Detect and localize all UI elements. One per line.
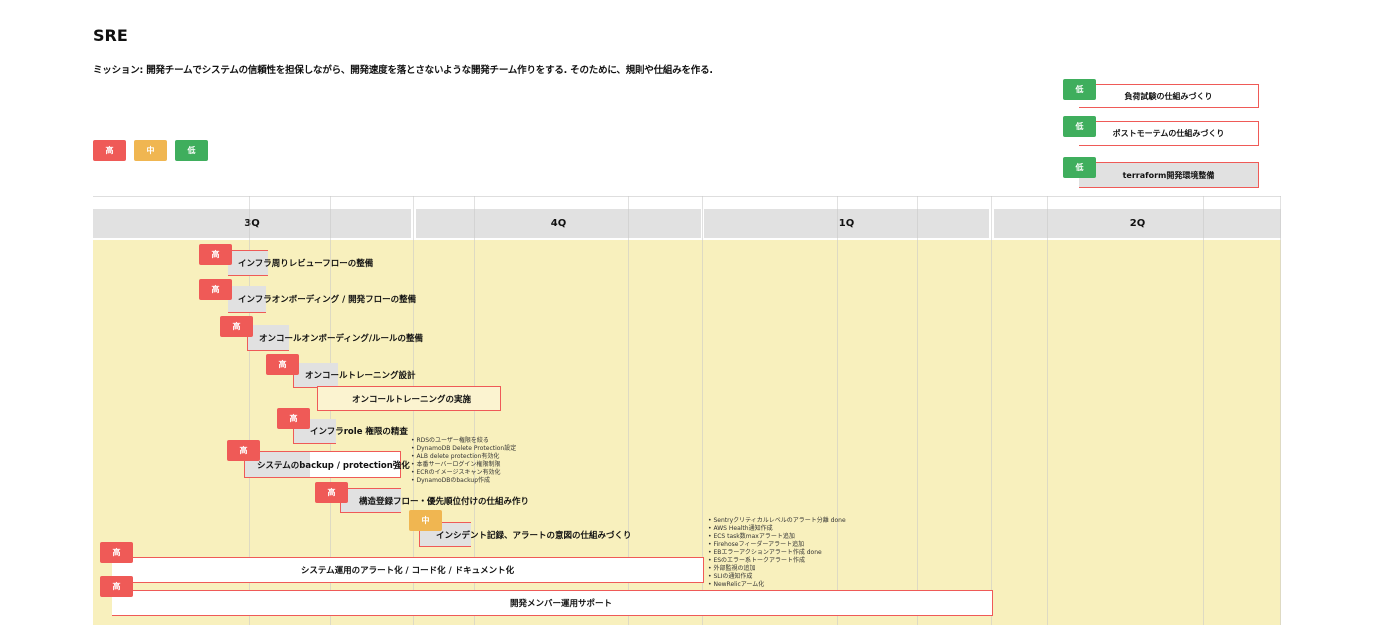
- top-task-priority-badge: 低: [1063, 157, 1096, 178]
- column-header-4q: 4Q: [416, 209, 701, 238]
- note-item: AWS Health通知作成: [708, 525, 846, 533]
- column-header-3q: 3Q: [93, 209, 411, 238]
- mission-statement: ミッション: 開発チームでシステムの信頼性を担保しながら、開発速度を落とさないよ…: [93, 65, 713, 76]
- task-bar[interactable]: オンコールオンボーディング/ルールの整備: [247, 325, 423, 351]
- top-task-label: ポストモーテムの仕組みづくり: [1112, 129, 1225, 138]
- task-priority-badge: 高: [277, 408, 310, 429]
- backup-notes-list: RDSのユーザー権限を絞る DynamoDB Delete Protection…: [411, 437, 516, 485]
- note-item: ESのエラー系トークアラート作成: [708, 557, 846, 565]
- note-item: ECRのイメージスキャン有効化: [411, 469, 516, 477]
- task-label: オンコールトレーニング設計: [305, 371, 416, 381]
- column-header-1q: 1Q: [704, 209, 989, 238]
- task-priority-badge: 高: [100, 576, 133, 597]
- task-label: 開発メンバー運用サポート: [510, 599, 613, 609]
- grid-line: [1203, 196, 1204, 625]
- grid-line: [1280, 196, 1281, 625]
- grid-line: [917, 196, 918, 625]
- task-label: インフラ周りレビューフローの整備: [238, 259, 374, 269]
- task-priority-badge: 中: [409, 510, 442, 531]
- note-item: RDSのユーザー権限を絞る: [411, 437, 516, 445]
- task-label: インシデント記録、アラートの意図の仕組みづくり: [436, 530, 632, 541]
- note-item: ECS task数maxアラート追加: [708, 533, 846, 541]
- top-task-card[interactable]: terraform開発環境整備: [1079, 162, 1259, 188]
- top-task-priority-badge: 低: [1063, 79, 1096, 100]
- note-item: SLIの通知作成: [708, 573, 846, 581]
- task-label: オンコールトレーニングの実施: [352, 394, 472, 405]
- top-task-card[interactable]: ポストモーテムの仕組みづくり: [1079, 121, 1259, 146]
- note-item: NewRelicアーム化: [708, 581, 846, 589]
- note-item: ALB delete protection有効化: [411, 453, 516, 461]
- grid-line: [1047, 196, 1048, 625]
- note-item: 外部監視の追加: [708, 565, 846, 573]
- note-item: 本番サーバーログイン権限制限: [411, 461, 516, 469]
- task-bar[interactable]: インフラ周りレビューフローの整備: [228, 250, 373, 276]
- task-label: インフラオンボーディング / 開発フローの整備: [238, 295, 417, 305]
- top-task-label: 負荷試験の仕組みづくり: [1124, 91, 1213, 101]
- alert-notes-list: Sentryクリティカルレベルのアラート分離 done AWS Health通知…: [708, 517, 846, 589]
- task-label: 構造登録フロー・優先順位付けの仕組み作り: [359, 496, 530, 507]
- task-bar[interactable]: 構造登録フロー・優先順位付けの仕組み作り: [340, 488, 529, 513]
- column-header-2q: 2Q: [994, 209, 1281, 238]
- note-item: DynamoDB Delete Protection設定: [411, 445, 516, 453]
- page-title: SRE: [93, 26, 128, 45]
- legend-mid-badge: 中: [134, 140, 167, 161]
- task-label: システムのbackup / protection強化: [257, 460, 410, 471]
- task-bar[interactable]: システム運用のアラート化 / コード化 / ドキュメント化: [112, 557, 704, 583]
- task-bar[interactable]: 開発メンバー運用サポート: [112, 590, 993, 616]
- legend-low-badge: 低: [175, 140, 208, 161]
- task-priority-badge: 高: [266, 354, 299, 375]
- task-label: オンコールオンボーディング/ルールの整備: [259, 333, 424, 344]
- task-label: システム運用のアラート化 / コード化 / ドキュメント化: [300, 566, 515, 576]
- legend-high-badge: 高: [93, 140, 126, 161]
- task-label: インフラrole 権限の精査: [310, 427, 408, 437]
- task-bar[interactable]: オンコールトレーニング設計: [293, 363, 416, 388]
- task-priority-badge: 高: [199, 244, 232, 265]
- task-bar[interactable]: インフラオンボーディング / 開発フローの整備: [228, 286, 416, 313]
- top-task-card[interactable]: 負荷試験の仕組みづくり: [1079, 84, 1259, 108]
- note-item: Firehoseフィーダーアラート追加: [708, 541, 846, 549]
- task-priority-badge: 高: [199, 279, 232, 300]
- note-item: DynamoDBのbackup作成: [411, 477, 516, 485]
- top-task-priority-badge: 低: [1063, 116, 1096, 137]
- top-task-label: terraform開発環境整備: [1122, 170, 1215, 180]
- task-priority-badge: 高: [220, 316, 253, 337]
- task-bar[interactable]: システムのbackup / protection強化: [244, 451, 410, 478]
- task-priority-badge: 高: [315, 482, 348, 503]
- timeline-top-divider: [93, 196, 1281, 197]
- task-priority-badge: 高: [227, 440, 260, 461]
- task-priority-badge: 高: [100, 542, 133, 563]
- grid-line: [991, 196, 992, 625]
- note-item: EBエラーアクションアラート作成 done: [708, 549, 846, 557]
- task-bar[interactable]: オンコールトレーニングの実施: [317, 386, 501, 411]
- note-item: Sentryクリティカルレベルのアラート分離 done: [708, 517, 845, 525]
